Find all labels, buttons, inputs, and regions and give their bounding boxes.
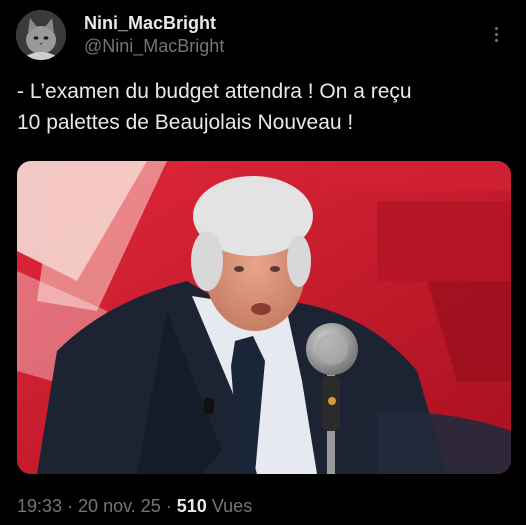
author-names: Nini_MacBright @Nini_MacBright [84, 12, 224, 58]
tweet-date[interactable]: 20 nov. 25 [78, 496, 161, 516]
cat-avatar-icon [16, 10, 66, 60]
tweet-text-line-1: - L’examen du budget attendra ! On a reç… [17, 80, 412, 103]
meta-separator: · [160, 496, 177, 516]
views-label: Vues [206, 496, 253, 516]
meta-separator: · [62, 496, 79, 516]
dot-icon [494, 38, 498, 42]
more-options-icon[interactable] [486, 20, 506, 48]
tweet-header: Nini_MacBright @Nini_MacBright [16, 10, 510, 60]
avatar[interactable] [16, 10, 66, 60]
tweet-meta: 19:33 · 20 nov. 25 · 510 Vues [17, 494, 252, 518]
user-handle[interactable]: @Nini_MacBright [84, 34, 224, 58]
tweet-text-line-2: 10 palettes de Beaujolais Nouveau ! [17, 111, 354, 134]
tweet-text: - L’examen du budget attendra ! On a reç… [17, 76, 512, 138]
views-count: 510 [176, 496, 207, 516]
tweet-media-image[interactable] [17, 161, 511, 474]
dot-icon [494, 26, 498, 30]
display-name[interactable]: Nini_MacBright [84, 12, 224, 34]
dot-icon [494, 32, 498, 36]
tweet-time[interactable]: 19:33 [17, 496, 62, 516]
interview-photo [17, 161, 511, 474]
